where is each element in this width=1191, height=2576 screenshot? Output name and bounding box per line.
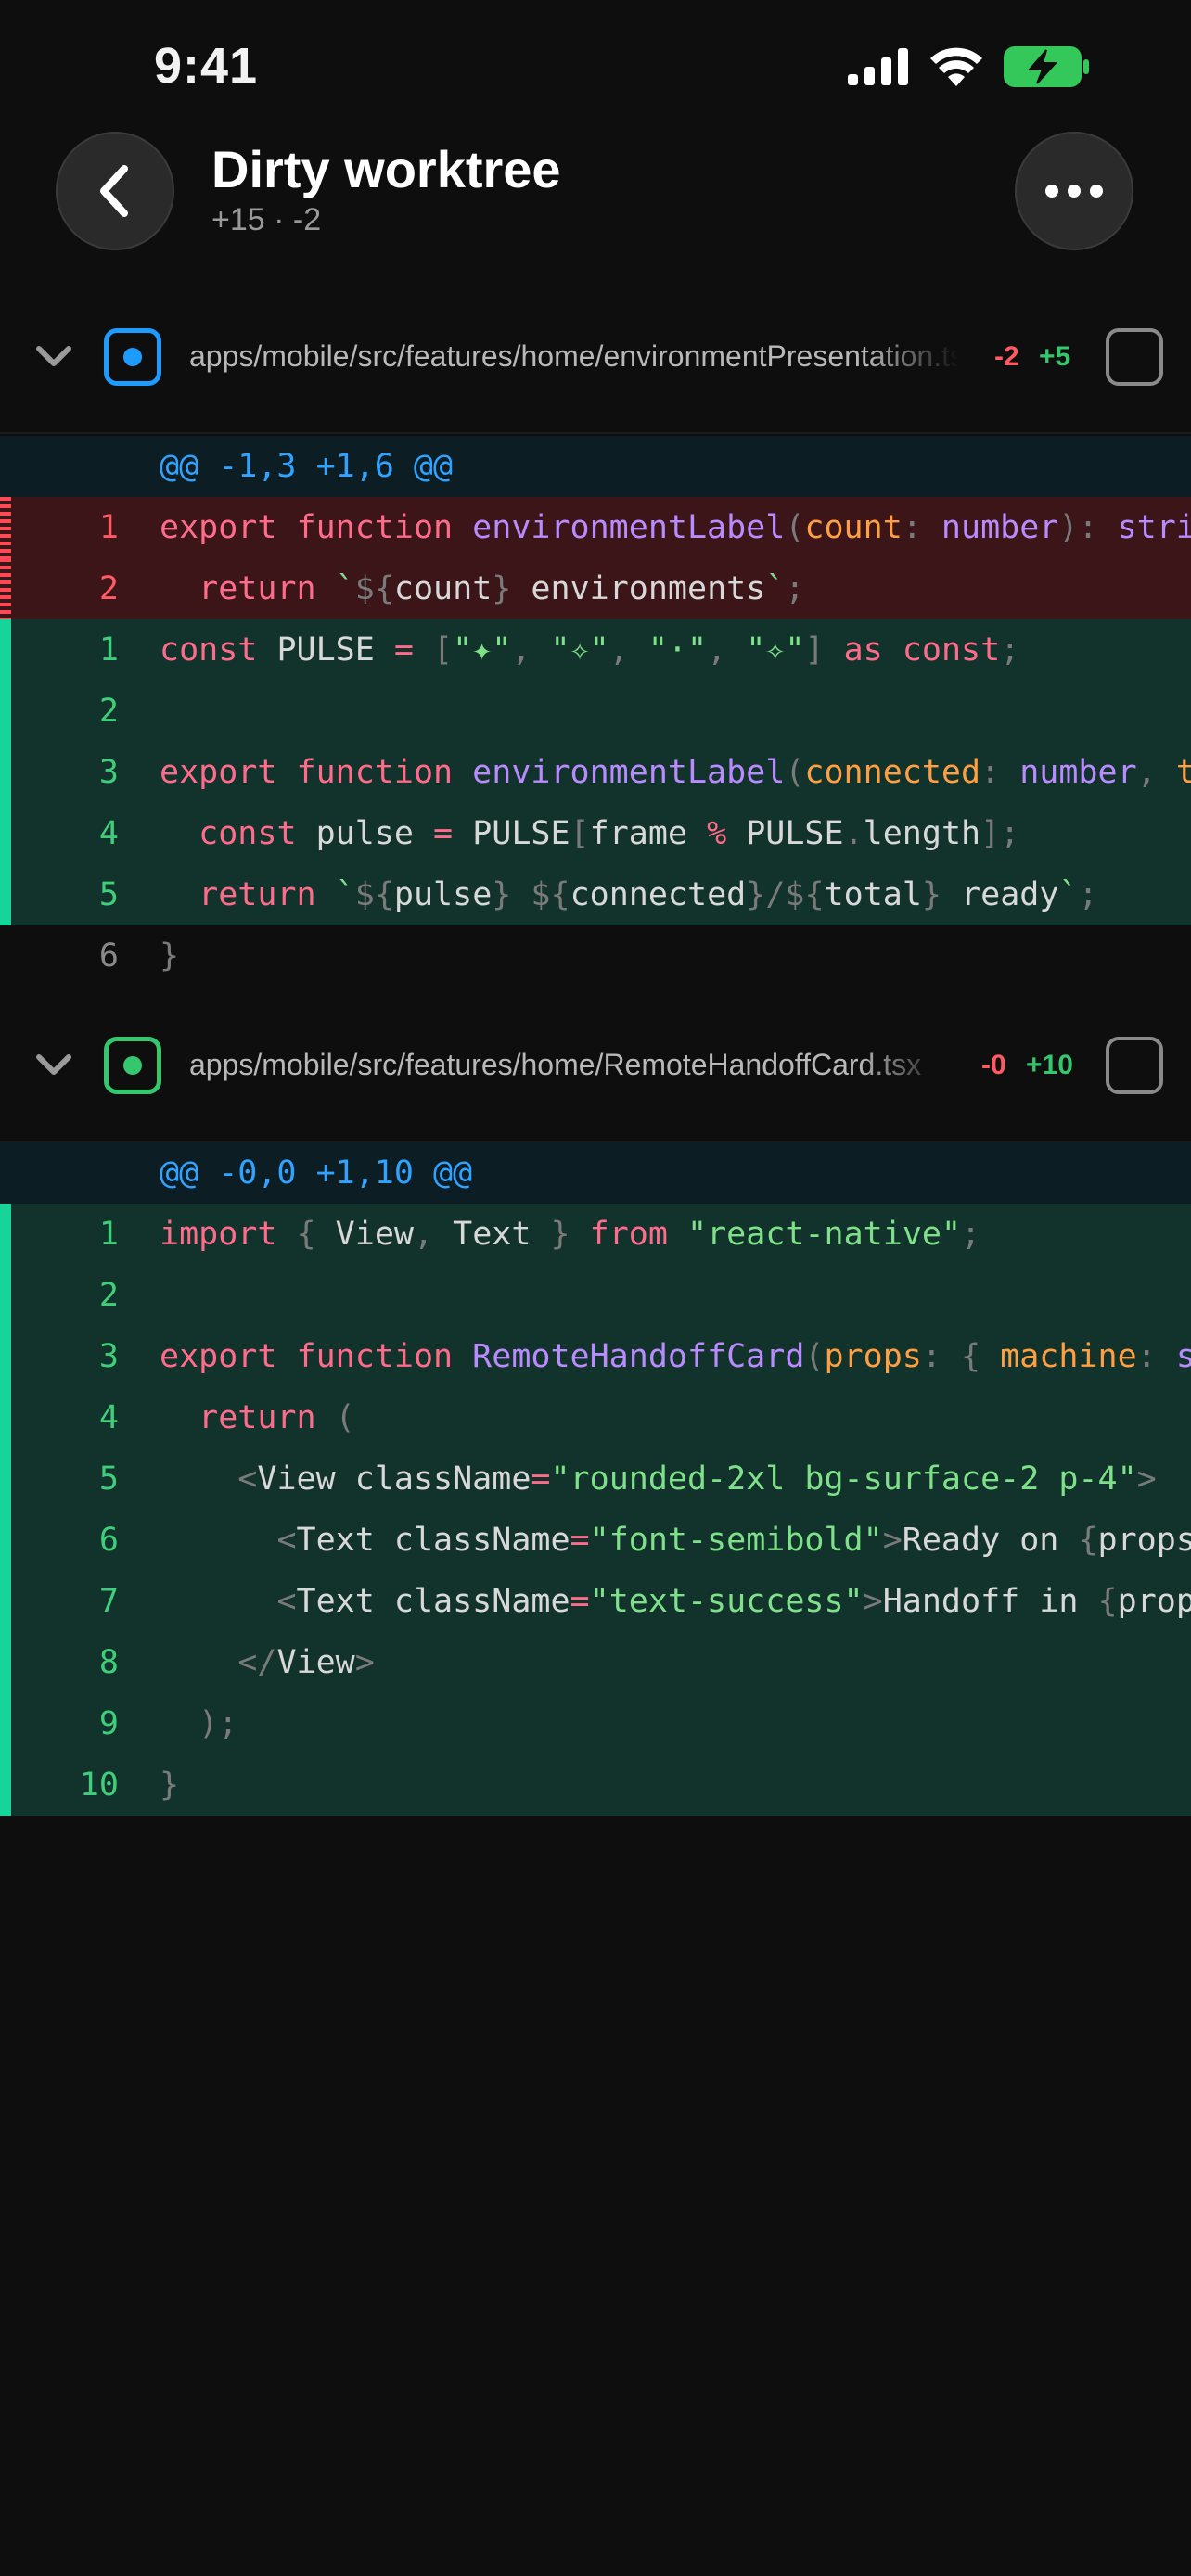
more-options-button[interactable] <box>1015 132 1133 250</box>
line-number: 6 <box>98 937 119 975</box>
diff-gutter-marker <box>0 558 11 619</box>
diff-line-add: 8 </View> <box>0 1632 1191 1693</box>
code-text: import { View, Text } from "react-native… <box>160 1216 981 1253</box>
battery-charging-icon <box>1004 46 1089 87</box>
diff-line-add: 2 <box>0 681 1191 742</box>
diff-gutter-marker <box>0 803 11 864</box>
line-number: 10 <box>79 1766 119 1804</box>
deletions-count: -2 <box>994 341 1019 372</box>
file-modified-icon <box>104 328 161 386</box>
diff-line-ctx: 6} <box>0 925 1191 987</box>
diff-line-add: 4 return ( <box>0 1387 1191 1448</box>
diff-gutter-marker <box>0 1571 11 1632</box>
line-number: 8 <box>98 1644 119 1681</box>
code-text: } <box>160 1766 180 1804</box>
line-number: 2 <box>98 1277 119 1314</box>
diff-gutter-marker <box>0 864 11 925</box>
page-title: Dirty worktree <box>211 140 561 198</box>
line-number: 2 <box>98 693 119 730</box>
code-text: return `${count} environments`; <box>198 570 805 607</box>
file-header-1[interactable]: apps/mobile/src/features/home/environmen… <box>0 284 1191 434</box>
diff-line-del: 2 return `${count} environments`; <box>0 558 1191 619</box>
line-number: 5 <box>98 876 119 913</box>
diff-line-add: 3 export function environmentLabel(connec… <box>0 742 1191 803</box>
chevron-left-icon <box>100 165 128 217</box>
page-subtitle: +15 · -2 <box>211 202 322 237</box>
status-time: 9:41 <box>154 38 259 94</box>
file-header-2[interactable]: apps/mobile/src/features/home/RemoteHand… <box>0 992 1191 1142</box>
additions-count: +5 <box>1039 341 1071 372</box>
line-number: 1 <box>98 509 119 546</box>
diff-gutter-marker <box>0 1754 11 1816</box>
code-text: ); <box>198 1705 238 1742</box>
back-button[interactable] <box>56 132 174 250</box>
code-text: export function environmentLabel(connect… <box>160 754 1191 791</box>
diff-hunk-1: @@ -1,3 +1,6 @@ 1 export function environ… <box>0 436 1191 987</box>
diff-gutter-marker <box>0 1510 11 1571</box>
status-icons <box>848 46 1089 87</box>
diff-hunk-2: @@ -0,0 +1,10 @@ 1 import { View, Text } … <box>0 1142 1191 1816</box>
diff-gutter-marker <box>0 1693 11 1754</box>
additions-count: +10 <box>1026 1050 1073 1080</box>
code-text: <View className="rounded-2xl bg-surface-… <box>237 1460 1157 1498</box>
diff-line-add: 1 import { View, Text } from "react-nativ… <box>0 1204 1191 1265</box>
line-number: 6 <box>98 1522 119 1559</box>
diff-gutter-marker <box>0 1448 11 1510</box>
code-text: return `${pulse} ${connected}/${total} r… <box>198 876 1098 913</box>
line-number: 2 <box>98 570 119 607</box>
diff-line-add: 9 ); <box>0 1693 1191 1754</box>
diff-gutter-marker <box>0 1265 11 1326</box>
diff-gutter-marker <box>0 1632 11 1693</box>
line-number: 7 <box>98 1583 119 1620</box>
diff-line-add: 1 const PULSE = ["✦", "✧", "·", "✧"] as c… <box>0 619 1191 681</box>
diff-gutter-marker <box>0 742 11 803</box>
code-text: const PULSE = ["✦", "✧", "·", "✧"] as co… <box>160 631 1020 669</box>
line-number: 4 <box>98 815 119 852</box>
signal-icon <box>848 48 908 85</box>
code-text: </View> <box>237 1644 375 1681</box>
diff-gutter-marker <box>0 619 11 681</box>
wifi-icon <box>930 47 982 86</box>
file-path: apps/mobile/src/features/home/RemoteHand… <box>189 1048 922 1081</box>
diff-gutter-marker <box>0 1204 11 1265</box>
diff-gutter-marker <box>0 497 11 558</box>
line-number: 5 <box>98 1460 119 1498</box>
diff-line-add: 5 return `${pulse} ${connected}/${total}… <box>0 864 1191 925</box>
stage-checkbox[interactable] <box>1106 328 1163 386</box>
ellipsis-icon <box>1045 185 1103 198</box>
code-text: return ( <box>198 1399 355 1436</box>
diff-gutter-marker <box>0 1326 11 1387</box>
code-text: export function environmentLabel(count: … <box>160 509 1191 546</box>
line-number: 3 <box>98 1338 119 1375</box>
line-number: 9 <box>98 1705 119 1742</box>
chevron-down-icon[interactable] <box>35 1053 72 1078</box>
code-text: <Text className="text-success">Handoff i… <box>276 1583 1191 1620</box>
deletions-count: -0 <box>981 1050 1006 1080</box>
diff-gutter-marker <box>0 681 11 742</box>
stage-checkbox[interactable] <box>1106 1037 1163 1094</box>
diff-line-add: 10} <box>0 1754 1191 1816</box>
diff-line-add: 6 <Text className="font-semibold">Ready … <box>0 1510 1191 1571</box>
code-text: } <box>160 937 180 975</box>
line-number: 1 <box>98 1216 119 1253</box>
hunk-header: @@ -0,0 +1,10 @@ <box>0 1142 1191 1204</box>
diff-line-add: 4 const pulse = PULSE[frame % PULSE.leng… <box>0 803 1191 864</box>
code-text: export function RemoteHandoffCard(props:… <box>160 1338 1191 1375</box>
file-path: apps/mobile/src/features/home/environmen… <box>189 339 959 373</box>
diff-line-add: 2 <box>0 1265 1191 1326</box>
file-added-icon <box>104 1037 161 1094</box>
code-text: <Text className="font-semibold">Ready on… <box>276 1522 1191 1559</box>
chevron-down-icon[interactable] <box>35 345 72 369</box>
code-text: const pulse = PULSE[frame % PULSE.length… <box>198 815 1020 852</box>
diff-line-add: 7 <Text className="text-success">Handoff… <box>0 1571 1191 1632</box>
diff-line-add: 5 <View className="rounded-2xl bg-surfac… <box>0 1448 1191 1510</box>
diff-line-del: 1 export function environmentLabel(count:… <box>0 497 1191 558</box>
line-number: 1 <box>98 631 119 669</box>
diff-gutter-marker <box>0 925 11 987</box>
line-number: 4 <box>98 1399 119 1436</box>
hunk-header: @@ -1,3 +1,6 @@ <box>0 436 1191 497</box>
line-number: 3 <box>98 754 119 791</box>
diff-gutter-marker <box>0 1387 11 1448</box>
diff-line-add: 3 export function RemoteHandoffCard(props… <box>0 1326 1191 1387</box>
